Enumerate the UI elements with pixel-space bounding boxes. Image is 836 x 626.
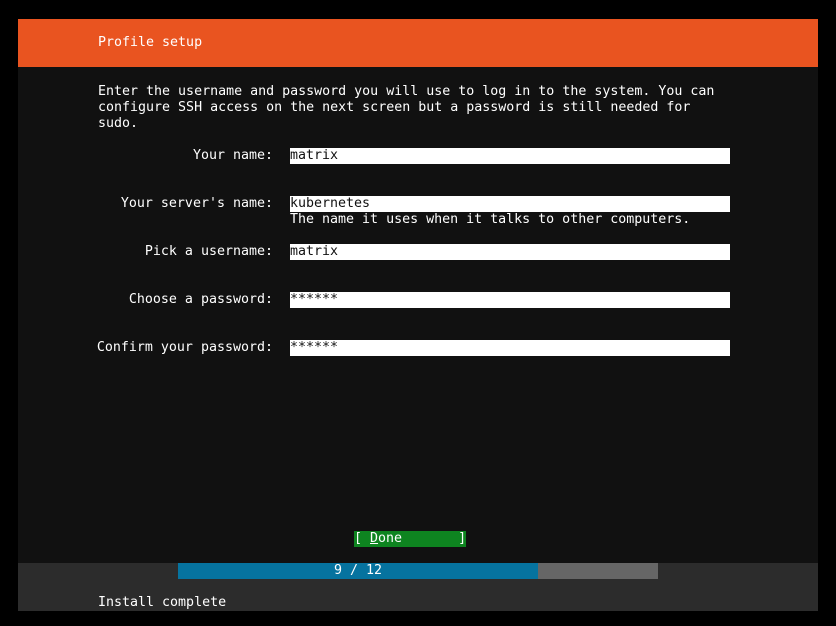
done-button-label: one [378,531,403,546]
installer-screen: Profile setup Enter the username and pas… [18,19,818,611]
server-name-label: Your server's name: [120,196,273,211]
your-name-input[interactable]: matrix [290,148,730,164]
username-label: Pick a username: [144,244,273,259]
status-text: Install complete [98,595,227,610]
password-input[interactable]: ****** [290,292,730,308]
done-button-close-bracket: ] [402,531,467,546]
password-label: Choose a password: [128,292,273,307]
page-title: Profile setup [98,35,203,50]
progress-bar-fill: 9 / 12 [178,563,538,579]
progress-bar: 9 / 12 [178,563,658,579]
header-bar: Profile setup [18,19,818,67]
confirm-password-label: Confirm your password: [96,340,273,355]
progress-label: 9 / 12 [333,563,383,578]
username-input[interactable]: matrix [290,244,730,260]
done-button-open-bracket: [ [354,531,371,546]
confirm-password-input[interactable]: ****** [290,340,730,356]
server-name-input[interactable]: kubernetes [290,196,730,212]
intro-text: Enter the username and password you will… [98,84,715,131]
done-button[interactable]: [ Done ] [354,531,466,547]
server-name-help-text: The name it uses when it talks to other … [290,212,691,227]
done-button-hotkey: D [370,531,379,546]
main-panel [18,67,818,563]
your-name-label: Your name: [192,148,273,163]
